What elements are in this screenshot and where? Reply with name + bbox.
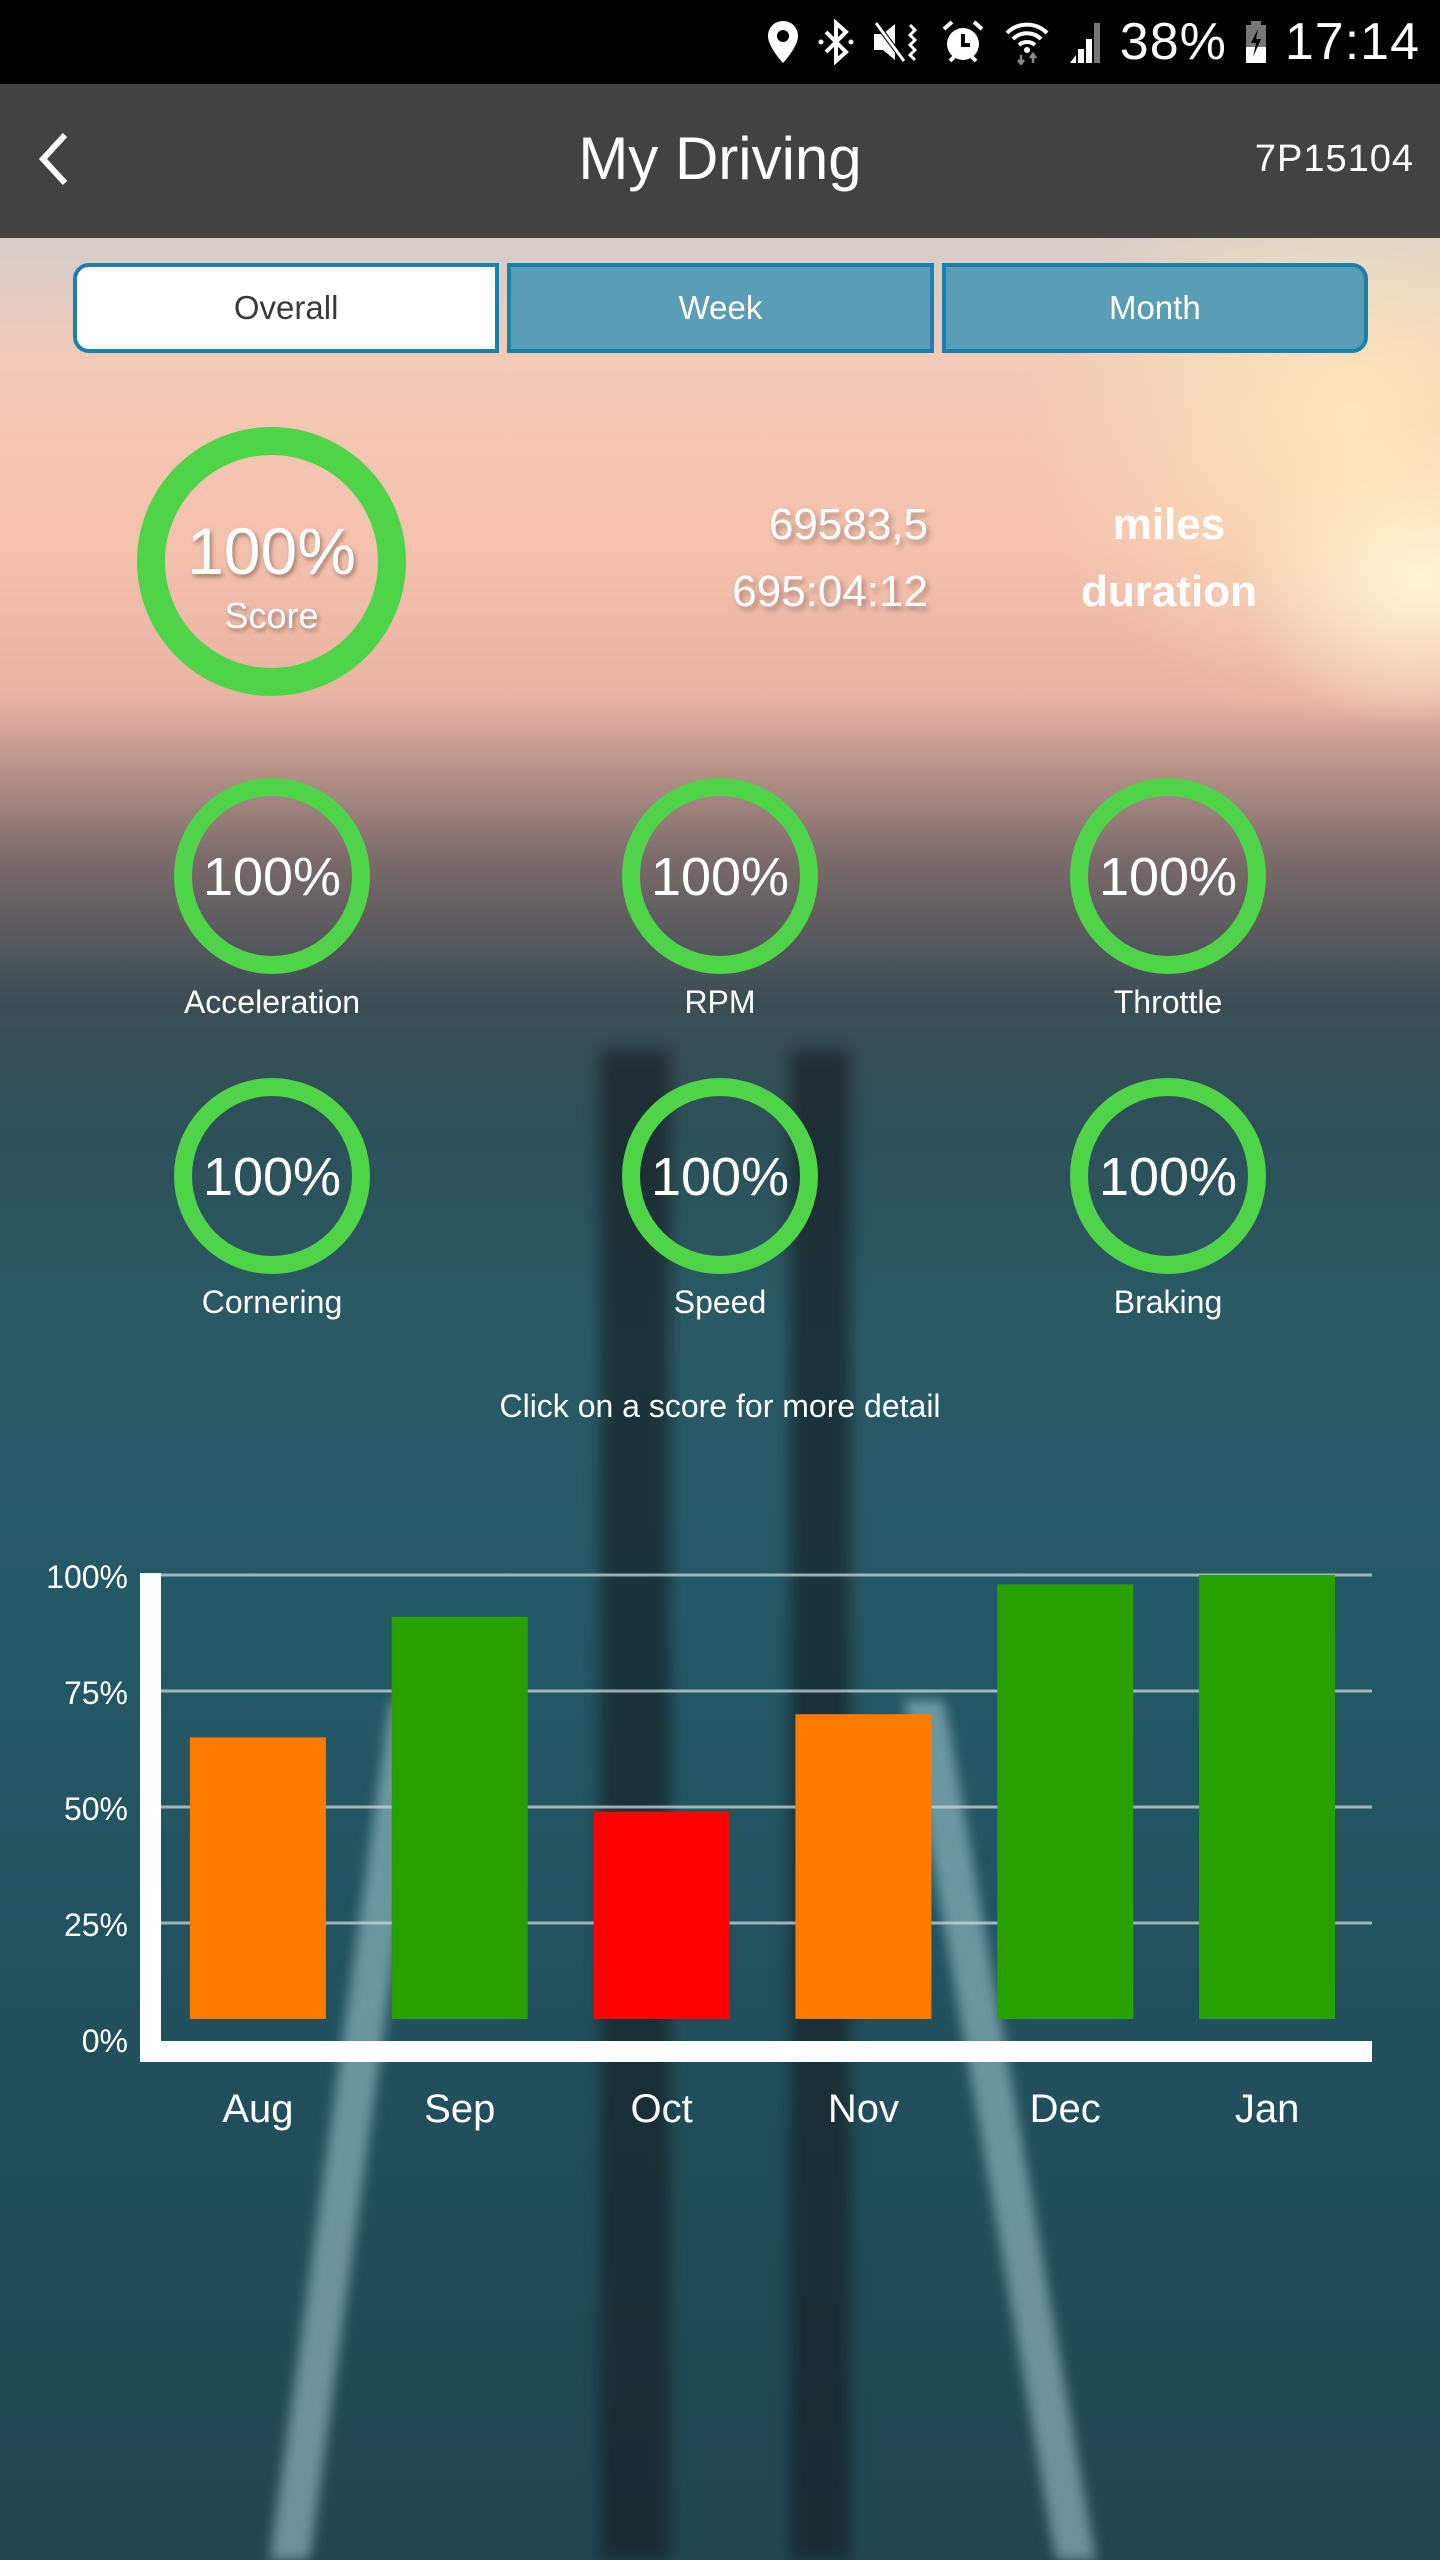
tab-overall[interactable]: Overall bbox=[73, 263, 500, 353]
y-tick-label: 100% bbox=[46, 1559, 128, 1595]
y-axis bbox=[140, 1573, 161, 2060]
rpm-score-value: 100% bbox=[650, 847, 790, 907]
braking-score-ring[interactable]: 100% bbox=[1070, 1078, 1266, 1274]
overall-score-value: 100% bbox=[187, 514, 356, 588]
acceleration-score-ring[interactable]: 100% bbox=[174, 778, 370, 974]
wifi-icon bbox=[1004, 17, 1050, 67]
duration-value: 695:04:12 bbox=[732, 567, 928, 616]
bar-jan bbox=[1199, 1575, 1336, 2019]
y-tick-label: 25% bbox=[64, 1907, 128, 1943]
x-axis bbox=[140, 2041, 1372, 2062]
throttle-score-ring[interactable]: 100% bbox=[1070, 778, 1266, 974]
page-title: My Driving bbox=[578, 125, 862, 192]
battery-percent: 38% bbox=[1119, 13, 1227, 71]
throttle-label: Throttle bbox=[1113, 984, 1223, 1020]
x-tick-label: Jan bbox=[1235, 2087, 1300, 2131]
overall-score-label: Score bbox=[224, 595, 319, 636]
y-tick-label: 50% bbox=[64, 1791, 128, 1827]
x-tick-label: Nov bbox=[828, 2087, 899, 2131]
clock-time: 17:14 bbox=[1284, 13, 1420, 71]
signal-icon bbox=[1068, 17, 1102, 67]
braking-score-value: 100% bbox=[1098, 1147, 1238, 1207]
cornering-label: Cornering bbox=[201, 1284, 343, 1320]
rpm-score-ring[interactable]: 100% bbox=[622, 778, 818, 974]
cornering-score-value: 100% bbox=[202, 1147, 342, 1207]
overall-score-ring[interactable]: 100% Score bbox=[137, 427, 406, 696]
period-tabs: Overall Week Month bbox=[73, 263, 1368, 353]
tab-month[interactable]: Month bbox=[941, 263, 1368, 353]
distance-value: 69583,5 bbox=[768, 500, 928, 549]
duration-unit: duration bbox=[1081, 567, 1257, 616]
acceleration-label: Acceleration bbox=[183, 984, 361, 1020]
vehicle-id: 7P15104 bbox=[1254, 138, 1414, 180]
status-bar: 38% 17:14 bbox=[0, 0, 1440, 84]
bar-aug bbox=[189, 1737, 326, 2019]
speed-score-ring[interactable]: 100% bbox=[622, 1078, 818, 1274]
y-tick-label: 0% bbox=[82, 2023, 128, 2059]
acceleration-score-value: 100% bbox=[202, 847, 342, 907]
battery-charging-icon bbox=[1245, 17, 1267, 67]
x-tick-label: Aug bbox=[222, 2087, 293, 2131]
app-bar: My Driving 7P15104 bbox=[0, 84, 1440, 238]
alarm-icon bbox=[940, 17, 986, 67]
distance-unit: miles bbox=[1112, 500, 1226, 549]
hint-text: Click on a score for more detail bbox=[499, 1388, 941, 1424]
cornering-score-ring[interactable]: 100% bbox=[174, 1078, 370, 1274]
throttle-score-value: 100% bbox=[1098, 847, 1238, 907]
bluetooth-icon bbox=[818, 17, 854, 67]
location-icon bbox=[766, 17, 800, 67]
tab-week[interactable]: Week bbox=[507, 263, 934, 353]
speed-score-value: 100% bbox=[650, 1147, 790, 1207]
rpm-label: RPM bbox=[684, 984, 756, 1020]
x-tick-label: Sep bbox=[424, 2087, 495, 2131]
mute-vibrate-icon bbox=[872, 17, 922, 67]
y-tick-label: 75% bbox=[64, 1675, 128, 1711]
bar-dec bbox=[997, 1584, 1134, 2019]
bar-sep bbox=[391, 1616, 528, 2019]
bar-chart-svg: 0% 25% 50% 75% 100% Aug Sep Oct Nov Dec Jan bbox=[46, 1559, 1372, 2131]
braking-label: Braking bbox=[1113, 1284, 1223, 1320]
x-tick-label: Oct bbox=[630, 2087, 692, 2131]
x-tick-label: Dec bbox=[1030, 2087, 1101, 2131]
bar-oct bbox=[593, 1811, 730, 2019]
monthly-score-chart: 0% 25% 50% 75% 100% Aug Sep Oct Nov Dec Jan bbox=[0, 1540, 1440, 2140]
bar-nov bbox=[795, 1714, 932, 2019]
speed-label: Speed bbox=[673, 1284, 767, 1320]
